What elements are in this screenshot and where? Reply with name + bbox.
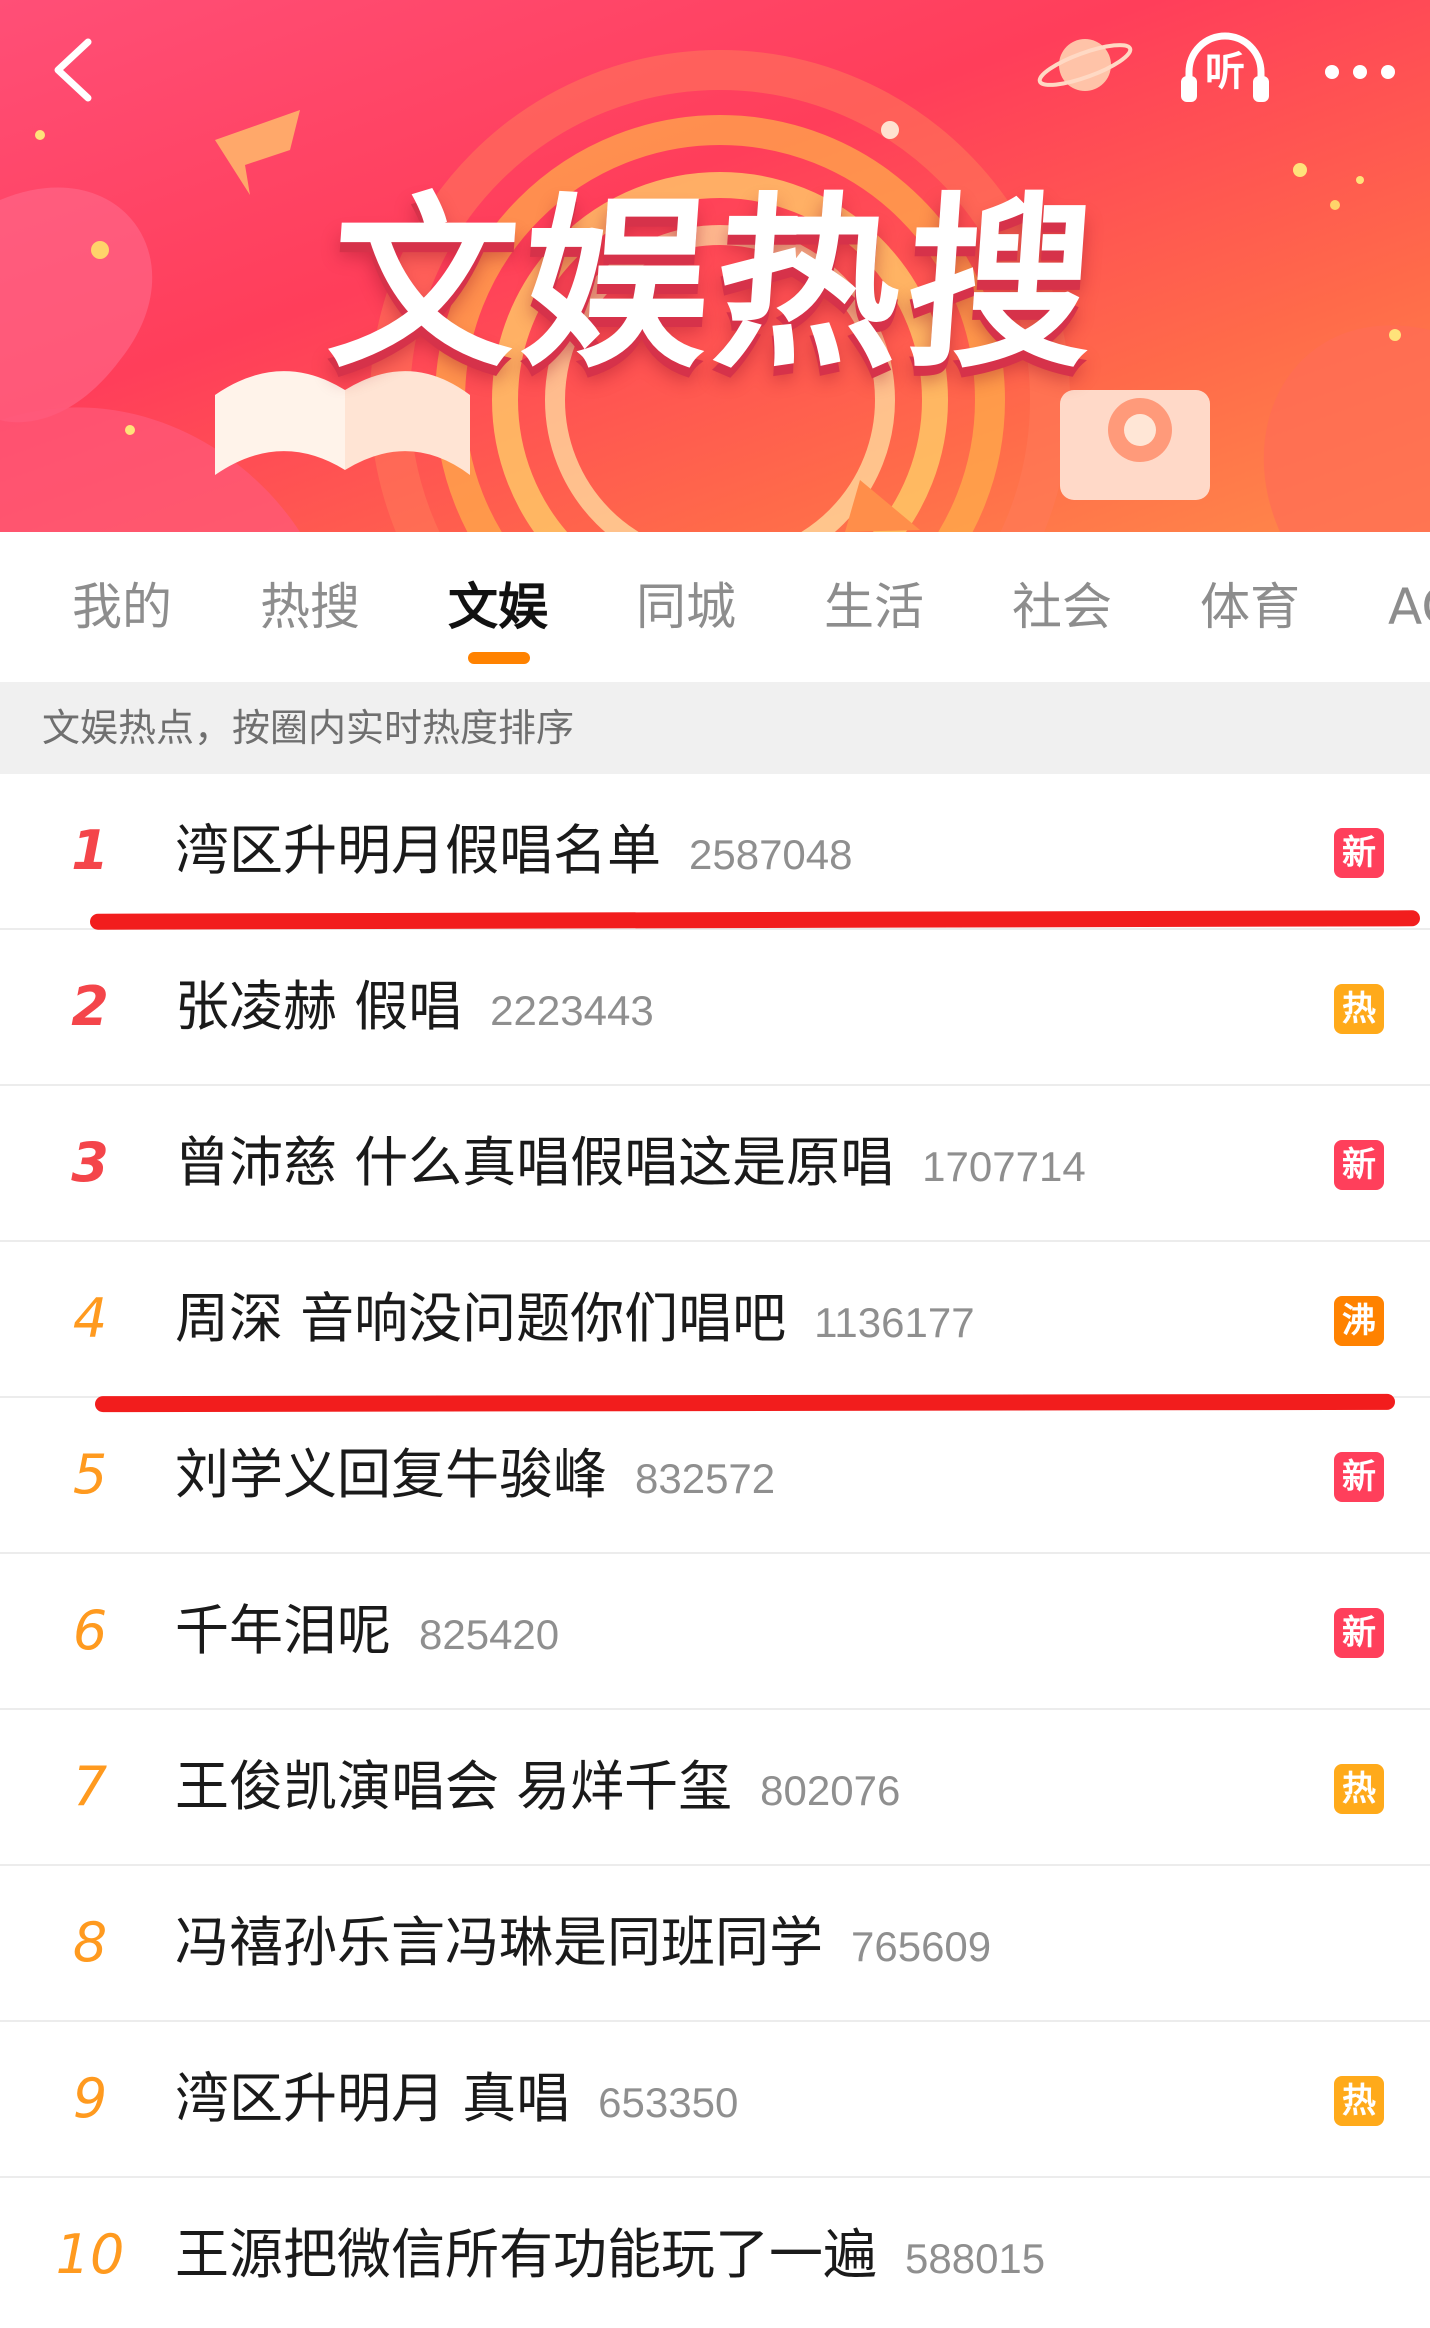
rank-number: 5: [72, 1443, 108, 1506]
topic-title: 千年泪呢: [175, 1599, 391, 1662]
tab-local[interactable]: 同城: [636, 572, 736, 642]
status-badge: 热: [1334, 2076, 1384, 2126]
topic-title: 王俊凯演唱会 易烊千玺: [175, 1755, 733, 1818]
rank-number: 3: [71, 1131, 109, 1194]
tab-hot-search[interactable]: 热搜: [260, 572, 360, 642]
heat-value: 825420: [419, 1611, 560, 1658]
tab-sports[interactable]: 体育: [1200, 572, 1300, 642]
topic-title: 曾沛慈 什么真唱假唱这是原唱: [175, 1131, 895, 1194]
list-item[interactable]: 10 王源把微信所有功能玩了一遍 588015: [0, 2178, 1430, 2328]
heat-value: 588015: [905, 2235, 1046, 2282]
topic-text: 王俊凯演唱会 易烊千玺 802076: [175, 1750, 900, 1824]
header-banner: 文娱热搜 听: [0, 0, 1430, 532]
list-item[interactable]: 5 刘学义回复牛骏峰 832572 新: [0, 1398, 1430, 1554]
rank-number: 10: [55, 2223, 125, 2286]
tab-society[interactable]: 社会: [1012, 572, 1112, 642]
status-badge: 新: [1334, 1608, 1384, 1658]
topic-text: 张凌赫 假唱 2223443: [175, 970, 654, 1044]
topic-text: 王源把微信所有功能玩了一遍 588015: [175, 2218, 1045, 2292]
listen-label: 听: [1205, 49, 1245, 95]
rank-number: 1: [71, 819, 109, 882]
status-badge: 新: [1334, 828, 1384, 878]
rank-number: 8: [72, 1911, 108, 1974]
ranking-hint-bar: 文娱热点，按圈内实时热度排序: [0, 682, 1430, 774]
list-item[interactable]: 9 湾区升明月 真唱 653350 热: [0, 2022, 1430, 2178]
topic-text: 曾沛慈 什么真唱假唱这是原唱 1707714: [175, 1126, 1086, 1200]
list-item[interactable]: 8 冯禧孙乐言冯琳是同班同学 765609: [0, 1866, 1430, 2022]
ranking-hint-text: 文娱热点，按圈内实时热度排序: [42, 706, 575, 750]
topic-text: 湾区升明月假唱名单 2587048: [175, 814, 853, 888]
rank-number: 6: [72, 1599, 108, 1662]
list-item[interactable]: 3 曾沛慈 什么真唱假唱这是原唱 1707714 新: [0, 1086, 1430, 1242]
more-dots-icon: [1325, 65, 1395, 79]
heat-value: 802076: [760, 1767, 901, 1814]
topic-title: 王源把微信所有功能玩了一遍: [175, 2223, 877, 2286]
status-badge: 新: [1334, 1452, 1384, 1502]
heat-value: 2223443: [490, 987, 654, 1034]
heat-value: 1707714: [922, 1143, 1086, 1190]
back-button[interactable]: [40, 30, 110, 110]
tab-entertainment[interactable]: 文娱: [448, 572, 548, 642]
list-item[interactable]: 1 湾区升明月假唱名单 2587048 新: [0, 774, 1430, 930]
active-tab-indicator: [468, 652, 530, 664]
heat-value: 2587048: [689, 831, 853, 878]
list-item[interactable]: 4 周深 音响没问题你们唱吧 1136177 沸: [0, 1242, 1430, 1398]
status-badge: 沸: [1334, 1296, 1384, 1346]
status-badge: 热: [1334, 984, 1384, 1034]
heat-value: 1136177: [814, 1299, 975, 1346]
topic-title: 刘学义回复牛骏峰: [175, 1443, 607, 1506]
heat-value: 832572: [635, 1455, 776, 1502]
tab-ac[interactable]: AC: [1388, 572, 1430, 642]
rank-number: 9: [72, 2067, 108, 2130]
status-badge: 热: [1334, 1764, 1384, 1814]
topic-text: 湾区升明月 真唱 653350: [175, 2062, 738, 2136]
heat-value: 765609: [851, 1923, 992, 1970]
category-tabs: 我的 热搜 文娱 同城 生活 社会 体育 AC: [0, 532, 1430, 682]
rank-number: 4: [72, 1287, 108, 1350]
status-badge: 新: [1334, 1140, 1384, 1190]
topic-text: 周深 音响没问题你们唱吧 1136177: [175, 1282, 975, 1356]
topic-title: 湾区升明月假唱名单: [175, 819, 661, 882]
list-item[interactable]: 6 千年泪呢 825420 新: [0, 1554, 1430, 1710]
list-item[interactable]: 2 张凌赫 假唱 2223443 热: [0, 930, 1430, 1086]
red-underline-annotation: [94, 1393, 1396, 1413]
heat-value: 653350: [598, 2079, 739, 2126]
topic-text: 刘学义回复牛骏峰 832572: [175, 1438, 775, 1512]
topic-title: 湾区升明月 真唱: [175, 2067, 571, 2130]
tab-mine[interactable]: 我的: [72, 572, 172, 642]
topic-title: 张凌赫 假唱: [175, 975, 463, 1038]
chevron-left-icon: [54, 38, 92, 102]
tab-life[interactable]: 生活: [824, 572, 924, 642]
topic-text: 千年泪呢 825420: [175, 1594, 559, 1668]
banner-title: 文娱热搜: [323, 176, 1107, 393]
more-button[interactable]: [1310, 42, 1410, 102]
topic-title: 周深 音响没问题你们唱吧: [175, 1287, 787, 1350]
listen-button[interactable]: 听: [1175, 28, 1275, 108]
rank-number: 7: [72, 1755, 108, 1818]
list-item[interactable]: 7 王俊凯演唱会 易烊千玺 802076 热: [0, 1710, 1430, 1866]
topic-text: 冯禧孙乐言冯琳是同班同学 765609: [175, 1906, 991, 1980]
rank-number: 2: [71, 975, 109, 1038]
topic-title: 冯禧孙乐言冯琳是同班同学: [175, 1911, 823, 1974]
